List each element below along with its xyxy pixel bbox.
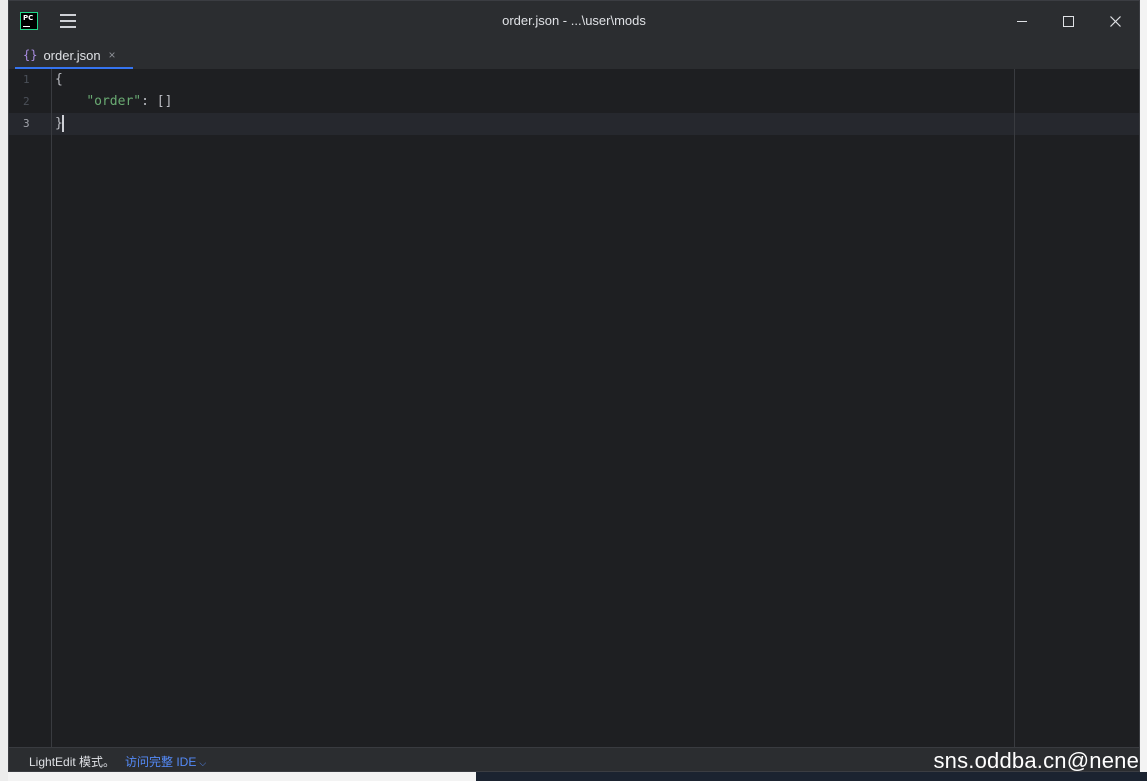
- line-number-current: 3: [23, 117, 30, 130]
- window-title: order.json - ...\user\mods: [502, 13, 646, 28]
- open-full-ide-link[interactable]: 访问完整 IDE ⌵: [125, 753, 206, 770]
- chevron-down-icon: ⌵: [199, 758, 207, 768]
- editor-tab-bar: {} order.json ×: [9, 41, 1139, 69]
- code-line: {: [55, 72, 63, 87]
- right-margin-guide: [1014, 69, 1015, 747]
- line-number-gutter: 1 2 3: [9, 69, 52, 747]
- line-number: 1: [23, 73, 30, 86]
- minimize-button[interactable]: [999, 1, 1045, 41]
- tab-label: order.json: [43, 47, 101, 63]
- code-line: "order": []: [55, 91, 172, 113]
- minimize-icon: [1017, 20, 1027, 22]
- maximize-button[interactable]: [1045, 1, 1091, 41]
- json-file-icon: {}: [23, 48, 38, 62]
- code-line: }: [55, 113, 64, 135]
- code-editor[interactable]: 1 2 3 { "order": [] }: [9, 69, 1139, 747]
- lightedit-mode-label: LightEdit 模式。: [29, 755, 116, 769]
- json-value: : []: [141, 94, 173, 109]
- maximize-icon: [1062, 15, 1074, 27]
- line-number: 2: [23, 95, 30, 108]
- open-full-ide-label: 访问完整 IDE: [125, 755, 197, 769]
- text-caret: [61, 115, 64, 132]
- tab-close-icon[interactable]: ×: [109, 48, 116, 62]
- desktop-background-left: [0, 0, 8, 781]
- watermark-text: sns.oddba.cn@nene: [933, 748, 1139, 773]
- current-line-highlight: [9, 113, 1139, 135]
- lightedit-window: PC order.json - ...\user\mods {} order.j…: [8, 0, 1140, 772]
- close-icon: [1109, 15, 1121, 27]
- close-window-button[interactable]: [1092, 1, 1138, 41]
- title-bar: PC order.json - ...\user\mods: [9, 1, 1139, 41]
- tab-order-json[interactable]: {} order.json ×: [15, 41, 133, 69]
- json-key: "order": [86, 94, 142, 109]
